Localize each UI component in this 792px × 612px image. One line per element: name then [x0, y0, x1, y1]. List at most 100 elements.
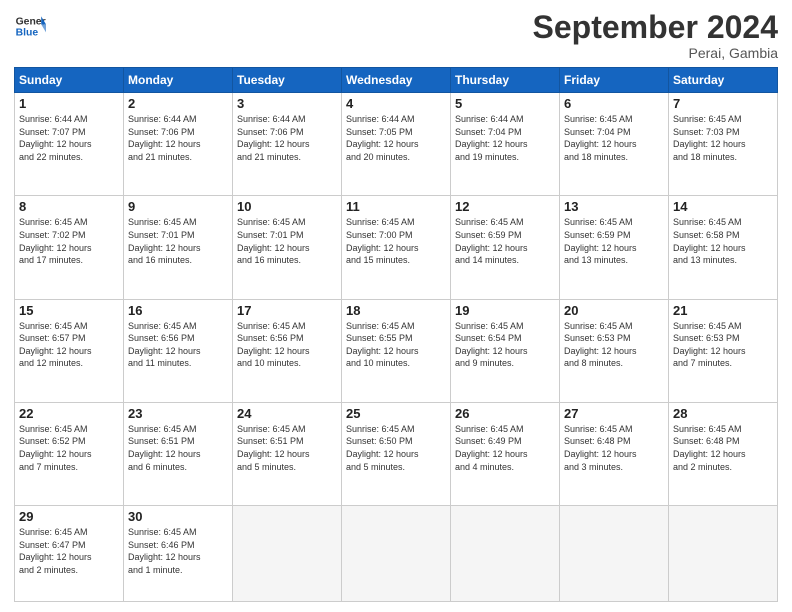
week-row-4: 22Sunrise: 6:45 AM Sunset: 6:52 PM Dayli… [15, 402, 778, 505]
day-cell: 20 Sunrise: 6:45 AM Sunset: 6:53 PM Dayli… [560, 299, 669, 402]
day-number: 8 [19, 199, 119, 214]
day-info: Sunrise: 6:44 AM Sunset: 7:05 PM Dayligh… [346, 113, 446, 163]
week-row-3: 15 Sunrise: 6:45 AM Sunset: 6:57 PM Dayli… [15, 299, 778, 402]
day-info: Sunrise: 6:45 AM Sunset: 6:46 PM Dayligh… [128, 526, 228, 576]
day-info: Sunrise: 6:45 AM Sunset: 6:59 PM Dayligh… [564, 216, 664, 266]
day-info: Sunrise: 6:45 AM Sunset: 7:02 PM Dayligh… [19, 216, 119, 266]
day-number: 25 [346, 406, 446, 421]
day-cell: 17Sunrise: 6:45 AM Sunset: 6:56 PM Dayli… [233, 299, 342, 402]
day-info: Sunrise: 6:45 AM Sunset: 6:57 PM Dayligh… [19, 320, 119, 370]
header: General Blue September 2024 Perai, Gambi… [14, 10, 778, 61]
day-info: Sunrise: 6:44 AM Sunset: 7:04 PM Dayligh… [455, 113, 555, 163]
day-cell: 12 Sunrise: 6:45 AM Sunset: 6:59 PM Dayli… [451, 196, 560, 299]
day-info: Sunrise: 6:45 AM Sunset: 6:48 PM Dayligh… [564, 423, 664, 473]
week-row-5: 29Sunrise: 6:45 AM Sunset: 6:47 PM Dayli… [15, 506, 778, 602]
day-number: 3 [237, 96, 337, 111]
day-cell: 22Sunrise: 6:45 AM Sunset: 6:52 PM Dayli… [15, 402, 124, 505]
day-cell: 29Sunrise: 6:45 AM Sunset: 6:47 PM Dayli… [15, 506, 124, 602]
day-number: 5 [455, 96, 555, 111]
day-cell: 2Sunrise: 6:44 AM Sunset: 7:06 PM Daylig… [124, 93, 233, 196]
day-cell [669, 506, 778, 602]
location-subtitle: Perai, Gambia [533, 45, 778, 61]
day-cell: 3 Sunrise: 6:44 AM Sunset: 7:06 PM Daylig… [233, 93, 342, 196]
day-number: 16 [128, 303, 228, 318]
day-info: Sunrise: 6:45 AM Sunset: 6:58 PM Dayligh… [673, 216, 773, 266]
day-cell: 6 Sunrise: 6:45 AM Sunset: 7:04 PM Daylig… [560, 93, 669, 196]
logo-icon: General Blue [14, 10, 46, 42]
day-number: 30 [128, 509, 228, 524]
day-number: 24 [237, 406, 337, 421]
day-number: 13 [564, 199, 664, 214]
svg-text:Blue: Blue [16, 28, 39, 39]
col-header-tuesday: Tuesday [233, 68, 342, 93]
day-info: Sunrise: 6:45 AM Sunset: 7:01 PM Dayligh… [128, 216, 228, 266]
month-title: September 2024 [533, 10, 778, 45]
day-cell: 11Sunrise: 6:45 AM Sunset: 7:00 PM Dayli… [342, 196, 451, 299]
day-cell: 10 Sunrise: 6:45 AM Sunset: 7:01 PM Dayli… [233, 196, 342, 299]
col-header-friday: Friday [560, 68, 669, 93]
day-number: 6 [564, 96, 664, 111]
day-cell: 14 Sunrise: 6:45 AM Sunset: 6:58 PM Dayli… [669, 196, 778, 299]
day-cell: 4Sunrise: 6:44 AM Sunset: 7:05 PM Daylig… [342, 93, 451, 196]
day-info: Sunrise: 6:45 AM Sunset: 6:48 PM Dayligh… [673, 423, 773, 473]
day-number: 29 [19, 509, 119, 524]
logo: General Blue [14, 10, 46, 42]
day-cell: 15 Sunrise: 6:45 AM Sunset: 6:57 PM Dayli… [15, 299, 124, 402]
day-info: Sunrise: 6:45 AM Sunset: 7:01 PM Dayligh… [237, 216, 337, 266]
day-info: Sunrise: 6:45 AM Sunset: 6:56 PM Dayligh… [128, 320, 228, 370]
day-cell: 25 Sunrise: 6:45 AM Sunset: 6:50 PM Dayli… [342, 402, 451, 505]
day-number: 14 [673, 199, 773, 214]
day-info: Sunrise: 6:44 AM Sunset: 7:07 PM Dayligh… [19, 113, 119, 163]
col-header-monday: Monday [124, 68, 233, 93]
title-block: September 2024 Perai, Gambia [533, 10, 778, 61]
day-cell: 23Sunrise: 6:45 AM Sunset: 6:51 PM Dayli… [124, 402, 233, 505]
day-cell: 18 Sunrise: 6:45 AM Sunset: 6:55 PM Dayli… [342, 299, 451, 402]
day-info: Sunrise: 6:45 AM Sunset: 6:49 PM Dayligh… [455, 423, 555, 473]
day-number: 1 [19, 96, 119, 111]
day-number: 19 [455, 303, 555, 318]
day-info: Sunrise: 6:45 AM Sunset: 6:52 PM Dayligh… [19, 423, 119, 473]
day-cell: 7Sunrise: 6:45 AM Sunset: 7:03 PM Daylig… [669, 93, 778, 196]
day-cell: 27 Sunrise: 6:45 AM Sunset: 6:48 PM Dayli… [560, 402, 669, 505]
page: General Blue September 2024 Perai, Gambi… [0, 0, 792, 612]
week-row-1: 1 Sunrise: 6:44 AM Sunset: 7:07 PM Daylig… [15, 93, 778, 196]
day-number: 20 [564, 303, 664, 318]
day-number: 18 [346, 303, 446, 318]
day-info: Sunrise: 6:45 AM Sunset: 6:51 PM Dayligh… [237, 423, 337, 473]
col-header-sunday: Sunday [15, 68, 124, 93]
calendar-table: SundayMondayTuesdayWednesdayThursdayFrid… [14, 67, 778, 602]
day-number: 27 [564, 406, 664, 421]
day-cell: 8 Sunrise: 6:45 AM Sunset: 7:02 PM Daylig… [15, 196, 124, 299]
day-info: Sunrise: 6:45 AM Sunset: 6:55 PM Dayligh… [346, 320, 446, 370]
day-cell: 9Sunrise: 6:45 AM Sunset: 7:01 PM Daylig… [124, 196, 233, 299]
day-number: 17 [237, 303, 337, 318]
day-info: Sunrise: 6:45 AM Sunset: 6:59 PM Dayligh… [455, 216, 555, 266]
day-number: 10 [237, 199, 337, 214]
day-info: Sunrise: 6:45 AM Sunset: 7:04 PM Dayligh… [564, 113, 664, 163]
day-number: 7 [673, 96, 773, 111]
day-cell: 1 Sunrise: 6:44 AM Sunset: 7:07 PM Daylig… [15, 93, 124, 196]
day-cell: 19 Sunrise: 6:45 AM Sunset: 6:54 PM Dayli… [451, 299, 560, 402]
day-info: Sunrise: 6:45 AM Sunset: 7:00 PM Dayligh… [346, 216, 446, 266]
day-cell [342, 506, 451, 602]
day-number: 21 [673, 303, 773, 318]
day-cell [451, 506, 560, 602]
day-info: Sunrise: 6:45 AM Sunset: 6:53 PM Dayligh… [564, 320, 664, 370]
day-info: Sunrise: 6:45 AM Sunset: 6:50 PM Dayligh… [346, 423, 446, 473]
day-number: 28 [673, 406, 773, 421]
day-number: 2 [128, 96, 228, 111]
day-cell: 21Sunrise: 6:45 AM Sunset: 6:53 PM Dayli… [669, 299, 778, 402]
col-header-thursday: Thursday [451, 68, 560, 93]
day-info: Sunrise: 6:44 AM Sunset: 7:06 PM Dayligh… [237, 113, 337, 163]
day-info: Sunrise: 6:45 AM Sunset: 6:51 PM Dayligh… [128, 423, 228, 473]
day-cell: 30 Sunrise: 6:45 AM Sunset: 6:46 PM Dayli… [124, 506, 233, 602]
day-cell [233, 506, 342, 602]
week-row-2: 8 Sunrise: 6:45 AM Sunset: 7:02 PM Daylig… [15, 196, 778, 299]
day-cell: 28 Sunrise: 6:45 AM Sunset: 6:48 PM Dayli… [669, 402, 778, 505]
day-cell: 13 Sunrise: 6:45 AM Sunset: 6:59 PM Dayli… [560, 196, 669, 299]
day-number: 15 [19, 303, 119, 318]
day-info: Sunrise: 6:45 AM Sunset: 6:54 PM Dayligh… [455, 320, 555, 370]
col-header-saturday: Saturday [669, 68, 778, 93]
day-number: 12 [455, 199, 555, 214]
day-number: 26 [455, 406, 555, 421]
